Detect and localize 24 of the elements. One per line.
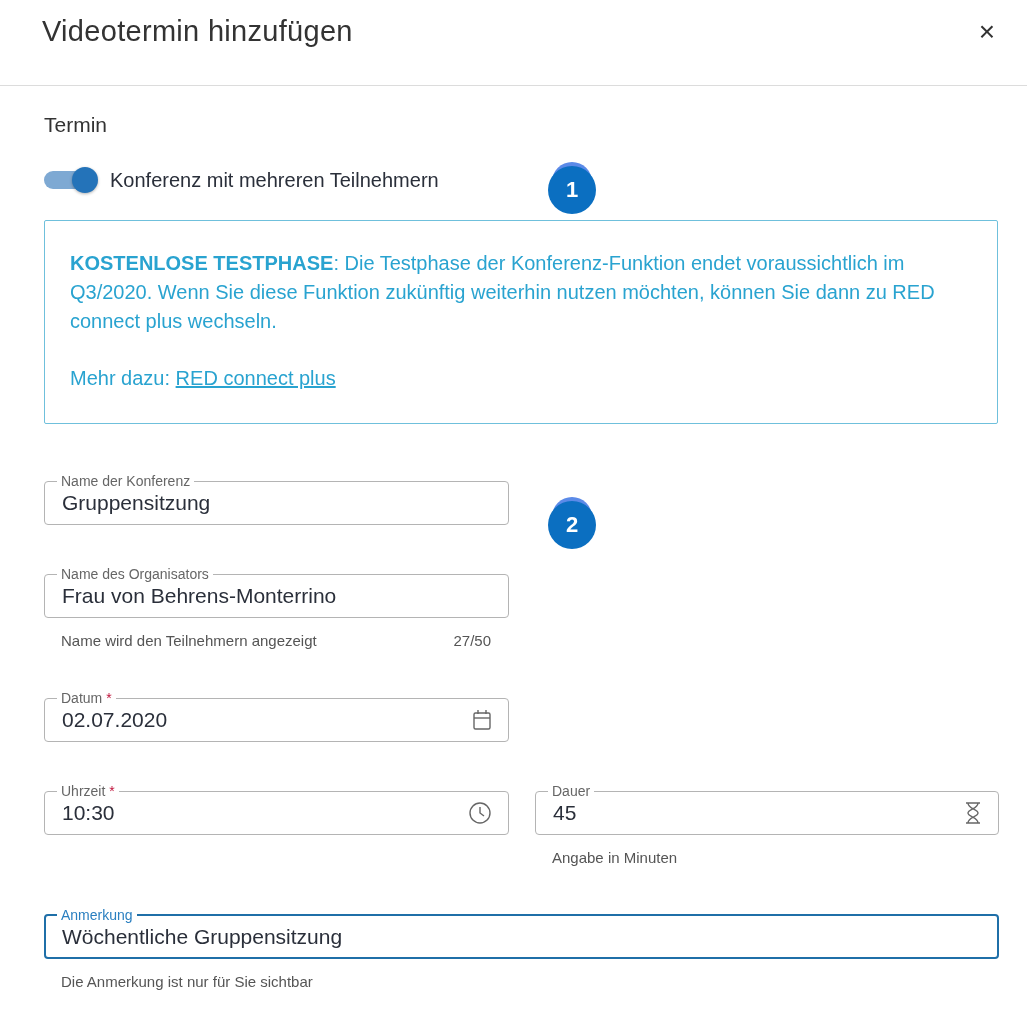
calendar-icon: [472, 709, 492, 731]
note-field[interactable]: Anmerkung Wöchentliche Gruppensitzung: [44, 908, 999, 959]
helper-text: Angabe in Minuten: [552, 849, 678, 866]
dialog-title: Videotermin hinzufügen: [42, 15, 353, 48]
helper-text: Name wird den Teilnehmern angezeigt: [61, 632, 317, 649]
notice-text: KOSTENLOSE TESTPHASE: Die Testphase der Konferenz-Funktion endet voraussichtlich im Q3/2020. Wenn Sie diese Funktion zukünftig weiterhin nutzen möchten, können Sie dann zu RED connect plus wechseln.: [70, 251, 936, 334]
required-mark: *: [109, 783, 115, 799]
helper-text: Die Anmerkung ist nur für Sie sichtbar: [61, 973, 313, 990]
required-mark: *: [106, 690, 112, 706]
input-field[interactable]: Name des Organisators Frau von Behrens-Monterrino: [44, 567, 509, 618]
close-button[interactable]: ×: [972, 15, 1001, 48]
input-field[interactable]: Uhrzeit * 10:30: [44, 784, 509, 835]
input-field[interactable]: Datum * 02.07.2020: [44, 691, 509, 742]
section-title: Termin: [44, 113, 108, 137]
clock-icon: [468, 801, 492, 825]
more-info-text: Mehr dazu: RED connect plus: [70, 366, 337, 391]
callout-badge: 2: [548, 501, 596, 549]
hourglass-icon: [964, 801, 982, 825]
toggle-label: Konferenz mit mehreren Teilnehmern: [110, 168, 439, 192]
callout-badge: 1: [548, 166, 596, 214]
input-field[interactable]: Dauer 45: [535, 784, 999, 835]
toggle-switch[interactable]: [44, 167, 99, 193]
input-field[interactable]: Name der Konferenz Gruppensitzung: [44, 474, 509, 525]
character-counter: 27/50: [453, 632, 491, 649]
